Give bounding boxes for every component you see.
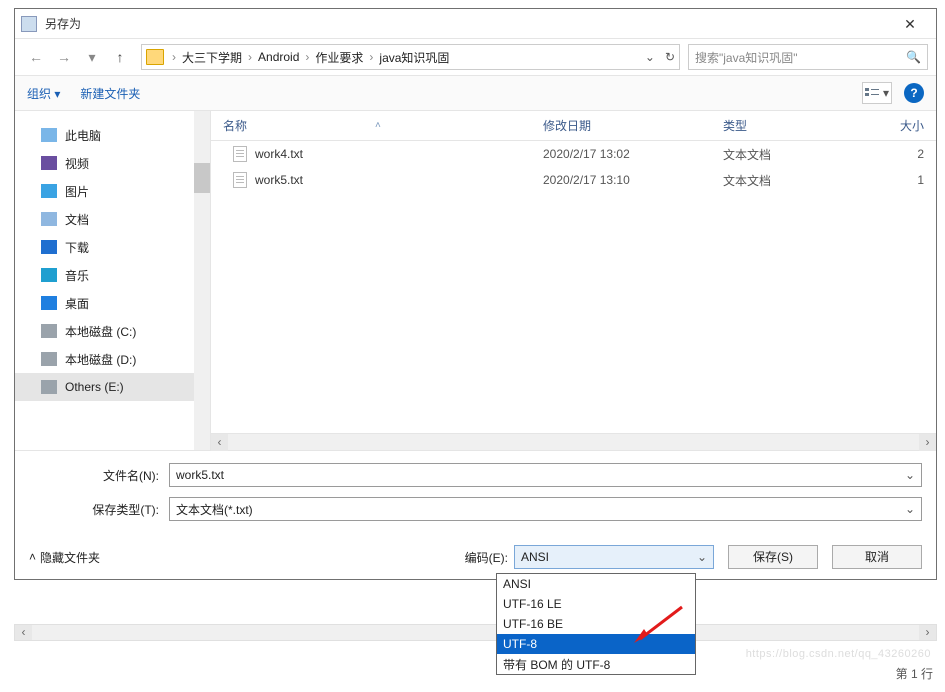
- organize-button[interactable]: 组织 ▾: [27, 85, 60, 102]
- sidebar-item-music[interactable]: 音乐: [15, 261, 210, 289]
- search-input[interactable]: 搜索"java知识巩固" 🔍: [688, 44, 928, 70]
- txt-file-icon: [233, 146, 247, 162]
- file-row[interactable]: work4.txt 2020/2/17 13:02 文本文档 2: [211, 141, 936, 167]
- column-headers: 名称˄ 修改日期 类型 大小: [211, 111, 936, 141]
- hide-folders-toggle[interactable]: ˄隐藏文件夹: [29, 549, 100, 566]
- breadcrumb-item[interactable]: java知识巩固: [377, 47, 451, 68]
- col-type[interactable]: 类型: [723, 117, 863, 134]
- filetype-label: 保存类型(T):: [29, 501, 169, 518]
- drive-icon: [41, 324, 57, 338]
- dialog-title: 另存为: [45, 15, 890, 32]
- search-icon[interactable]: 🔍: [906, 50, 921, 64]
- search-placeholder: 搜索"java知识巩固": [695, 49, 798, 66]
- close-button[interactable]: ✕: [890, 10, 930, 38]
- background-hscroll[interactable]: ‹ ›: [14, 624, 937, 641]
- music-icon: [41, 268, 57, 282]
- bottom-panel: 文件名(N): work5.txt⌄ 保存类型(T): 文本文档(*.txt)⌄…: [15, 450, 936, 579]
- scroll-right-button[interactable]: ›: [919, 434, 936, 451]
- refresh-button[interactable]: ↻: [665, 50, 675, 64]
- chevron-down-icon[interactable]: ⌄: [697, 550, 707, 564]
- sidebar-item-drive-d[interactable]: 本地磁盘 (D:): [15, 345, 210, 373]
- encoding-option[interactable]: ANSI: [497, 574, 695, 594]
- txt-file-icon: [233, 172, 247, 188]
- file-list: 名称˄ 修改日期 类型 大小 work4.txt 2020/2/17 13:02…: [211, 111, 936, 450]
- save-as-dialog: 另存为 ✕ ← → ▾ ↑ › 大三下学期 › Android › 作业要求 ›…: [14, 8, 937, 580]
- sort-indicator-icon: ˄: [375, 120, 381, 131]
- view-icon: [865, 87, 881, 99]
- downloads-icon: [41, 240, 57, 254]
- sidebar-item-downloads[interactable]: 下载: [15, 233, 210, 261]
- encoding-label: 编码(E):: [465, 549, 514, 566]
- filename-input[interactable]: work5.txt⌄: [169, 463, 922, 487]
- drive-icon: [41, 352, 57, 366]
- pc-icon: [41, 128, 57, 142]
- cancel-button[interactable]: 取消: [832, 545, 922, 569]
- titlebar: 另存为 ✕: [15, 9, 936, 39]
- chevron-down-icon[interactable]: ⌄: [905, 468, 915, 482]
- sidebar-item-drive-e[interactable]: Others (E:): [15, 373, 210, 401]
- file-row[interactable]: work5.txt 2020/2/17 13:10 文本文档 1: [211, 167, 936, 193]
- back-button[interactable]: ←: [23, 44, 49, 70]
- videos-icon: [41, 156, 57, 170]
- chevron-down-icon[interactable]: ⌄: [645, 50, 655, 64]
- sidebar-item-pictures[interactable]: 图片: [15, 177, 210, 205]
- scroll-right-button[interactable]: ›: [919, 625, 936, 640]
- statusbar: 第 1 行: [896, 665, 933, 682]
- view-options-button[interactable]: ▾: [862, 82, 892, 104]
- save-button[interactable]: 保存(S): [728, 545, 818, 569]
- chevron-down-icon[interactable]: ⌄: [905, 502, 915, 516]
- encoding-select[interactable]: ANSI ⌄: [514, 545, 714, 569]
- toolbar: 组织 ▾ 新建文件夹 ▾ ?: [15, 75, 936, 111]
- sidebar-scrollbar-thumb[interactable]: [194, 163, 210, 193]
- annotation-arrow-icon: [634, 605, 684, 645]
- breadcrumb-item[interactable]: 作业要求: [313, 47, 365, 68]
- chevron-up-icon: ˄: [29, 550, 36, 564]
- sidebar-item-this-pc[interactable]: 此电脑: [15, 121, 210, 149]
- breadcrumb-item[interactable]: 大三下学期: [180, 47, 244, 68]
- filename-label: 文件名(N):: [29, 467, 169, 484]
- col-size[interactable]: 大小: [863, 117, 936, 134]
- forward-button[interactable]: →: [51, 44, 77, 70]
- sidebar: 此电脑 视频 图片 文档 下载 音乐 桌面 本地磁盘 (C:) 本地磁盘 (D:…: [15, 111, 211, 450]
- new-folder-button[interactable]: 新建文件夹: [80, 85, 140, 102]
- folder-icon: [146, 49, 164, 65]
- filetype-select[interactable]: 文本文档(*.txt)⌄: [169, 497, 922, 521]
- sidebar-scrollbar[interactable]: [194, 111, 210, 450]
- help-button[interactable]: ?: [904, 83, 924, 103]
- drive-icon: [41, 380, 57, 394]
- up-button[interactable]: ↑: [107, 44, 133, 70]
- desktop-icon: [41, 296, 57, 310]
- sidebar-item-documents[interactable]: 文档: [15, 205, 210, 233]
- watermark: https://blog.csdn.net/qq_43260260: [746, 648, 931, 660]
- nav-row: ← → ▾ ↑ › 大三下学期 › Android › 作业要求 › java知…: [15, 39, 936, 75]
- scroll-left-button[interactable]: ‹: [15, 625, 32, 640]
- col-name[interactable]: 名称˄: [223, 117, 543, 134]
- documents-icon: [41, 212, 57, 226]
- file-list-hscroll[interactable]: ‹ ›: [211, 433, 936, 450]
- sidebar-item-drive-c[interactable]: 本地磁盘 (C:): [15, 317, 210, 345]
- sidebar-item-videos[interactable]: 视频: [15, 149, 210, 177]
- scroll-left-button[interactable]: ‹: [211, 434, 228, 451]
- app-icon: [21, 16, 37, 32]
- breadcrumb[interactable]: › 大三下学期 › Android › 作业要求 › java知识巩固 ⌄ ↻: [141, 44, 680, 70]
- col-date[interactable]: 修改日期: [543, 117, 723, 134]
- main-area: 此电脑 视频 图片 文档 下载 音乐 桌面 本地磁盘 (C:) 本地磁盘 (D:…: [15, 111, 936, 450]
- pictures-icon: [41, 184, 57, 198]
- sidebar-item-desktop[interactable]: 桌面: [15, 289, 210, 317]
- breadcrumb-item[interactable]: Android: [256, 48, 301, 66]
- breadcrumb-sep: ›: [168, 50, 180, 64]
- encoding-option[interactable]: 带有 BOM 的 UTF-8: [497, 654, 695, 674]
- history-dropdown-button[interactable]: ▾: [79, 44, 105, 70]
